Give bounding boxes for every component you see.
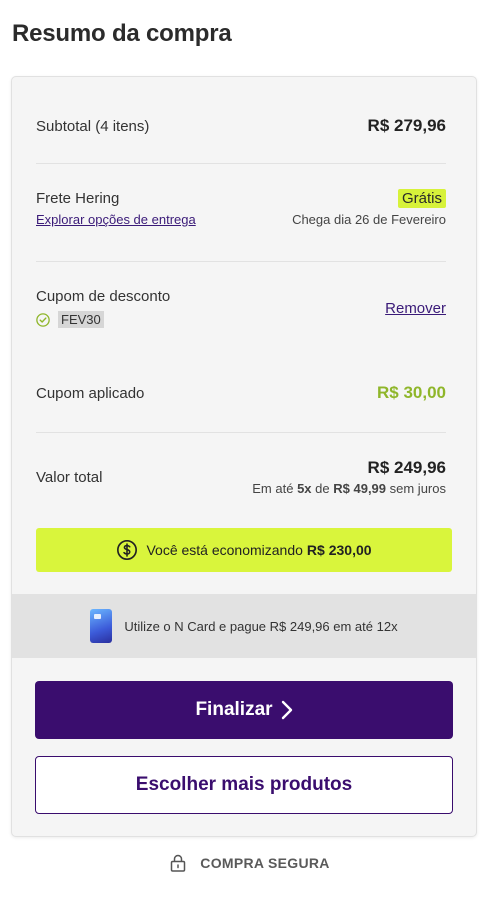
shipping-price-badge: Grátis [397, 189, 446, 208]
total-label: Valor total [36, 469, 103, 486]
coupon-code: FEV30 [58, 311, 104, 328]
subtotal-value: R$ 279,96 [367, 116, 446, 135]
applied-coupon-row: Cupom aplicado R$ 30,00 [36, 383, 446, 403]
finalize-button[interactable]: Finalizar [35, 681, 453, 739]
installments-suffix: sem juros [389, 481, 446, 496]
divider [36, 432, 446, 433]
check-circle-icon [36, 312, 50, 327]
installments-count: 5x [297, 481, 312, 496]
divider [36, 261, 446, 262]
subtotal-label: Subtotal (4 itens) [36, 117, 150, 135]
page-title: Resumo da compra [12, 20, 232, 47]
lock-icon [171, 854, 186, 872]
choose-more-products-button[interactable]: Escolher mais produtos [35, 756, 453, 814]
ncard-promo: Utilize o N Card e pague R$ 249,96 em at… [12, 594, 476, 658]
savings-banner: Você está economizando R$ 230,00 [36, 528, 452, 572]
finalize-label: Finalizar [195, 699, 273, 720]
remove-coupon-link[interactable]: Remover [385, 300, 446, 317]
applied-coupon-value: R$ 30,00 [377, 383, 446, 402]
n-card-icon [90, 609, 113, 643]
savings-amount: R$ 230,00 [306, 542, 372, 558]
total-value-block: R$ 249,96 Em até 5x de R$ 49,99 sem juro… [252, 458, 446, 496]
installments-value: R$ 49,99 [333, 481, 387, 496]
installments-prefix: Em até [252, 481, 294, 496]
subtotal-row: Subtotal (4 itens) R$ 279,96 [36, 116, 446, 136]
secure-purchase: COMPRA SEGURA [0, 854, 500, 872]
applied-coupon-label: Cupom aplicado [36, 384, 145, 402]
shipping-arrival: Chega dia 26 de Fevereiro [292, 212, 446, 227]
secure-purchase-label: COMPRA SEGURA [200, 855, 330, 871]
shipping-label: Frete Hering [36, 190, 120, 207]
installments-info: Em até 5x de R$ 49,99 sem juros [252, 481, 446, 496]
ncard-text: Utilize o N Card e pague R$ 249,96 em at… [124, 618, 398, 634]
installments-mid: de [315, 481, 330, 496]
shipping-row: Frete Hering Grátis Explorar opções de e… [36, 189, 446, 227]
chevron-right-icon [281, 700, 292, 720]
total-value: R$ 249,96 [367, 458, 446, 477]
divider [36, 163, 446, 164]
dollar-circle-icon [117, 540, 138, 560]
savings-text: Você está economizando [146, 542, 303, 558]
shipping-options-link[interactable]: Explorar opções de entrega [36, 212, 196, 227]
order-summary-card: Subtotal (4 itens) R$ 279,96 Frete Herin… [11, 76, 477, 837]
